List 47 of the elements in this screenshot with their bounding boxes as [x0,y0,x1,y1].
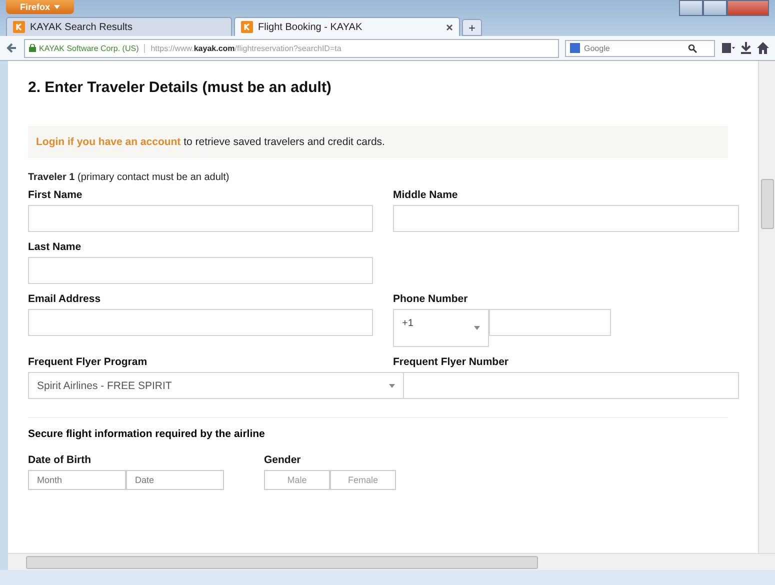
traveler-heading: Traveler 1 (primary contact must be an adult) [28,172,230,183]
secure-info-heading: Secure flight information required by the airline [28,428,266,440]
caret-icon [389,384,395,388]
field-label: Date of Birth [28,454,92,466]
back-icon[interactable] [6,42,18,54]
site-identity[interactable]: KAYAK Software Corp. (US) [29,44,145,52]
section-heading: 2. Enter Traveler Details (must be an adult) [28,79,332,96]
login-notice: Login if you have an account to retrieve saved travelers and credit cards. [28,126,728,158]
search-engine-icon [570,43,580,53]
vertical-scrollbar[interactable] [758,61,775,553]
browser-tab[interactable]: Flight Booking - KAYAK [234,17,460,36]
field-label: Last Name [28,241,82,253]
date-field[interactable]: Month [28,470,126,490]
address-bar[interactable]: KAYAK Software Corp. (US) https://www.kayak.com/flightreservation?searchID=ta [24,38,559,58]
bookmarks-icon[interactable] [721,42,735,54]
new-tab-button[interactable]: + [462,19,482,36]
field-label: Frequent Flyer Number [393,356,510,368]
close-window-button[interactable] [727,0,769,16]
field-label: First Name [28,189,84,201]
field-label: Frequent Flyer Program [28,356,148,368]
phone-field[interactable] [489,309,611,336]
favicon-icon [241,21,253,33]
date-field[interactable]: Date [126,470,224,490]
text-field[interactable] [393,205,739,232]
close-tab-icon[interactable] [446,24,453,30]
download-icon[interactable] [741,42,751,54]
home-icon[interactable] [757,42,769,54]
maximize-button[interactable] [703,0,727,16]
favicon-icon [13,21,25,33]
text-field[interactable] [28,257,373,284]
browser-tab[interactable]: KAYAK Search Results [6,17,232,36]
caret-icon [474,326,480,330]
text-field[interactable] [28,309,373,336]
program-dropdown[interactable]: Spirit Airlines - FREE SPIRIT [28,372,404,399]
field-label: Gender [264,454,302,466]
search-icon[interactable] [688,44,697,52]
field-label: Phone Number [393,293,469,305]
url-text: https://www.kayak.com/flightreservation?searchID=ta [150,44,342,52]
caret-icon [54,5,60,9]
text-field[interactable] [28,205,373,232]
horizontal-scrollbar[interactable] [8,553,775,570]
country-code-dropdown[interactable]: +1 [393,309,489,347]
field-label: Middle Name [393,189,459,201]
field-label: Email Address [28,293,102,305]
lock-icon [29,44,36,52]
minimize-button[interactable] [679,0,703,16]
search-field[interactable]: Google [565,40,715,56]
